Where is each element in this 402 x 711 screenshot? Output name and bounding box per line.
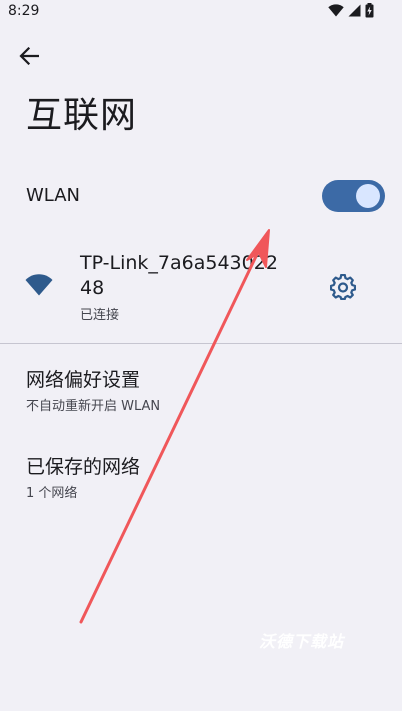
back-button[interactable]	[14, 41, 44, 71]
cell-signal-icon	[348, 4, 361, 17]
network-preferences-item[interactable]: 网络偏好设置 不自动重新开启 WLAN	[0, 365, 402, 427]
pref-title: 已保存的网络	[26, 456, 141, 478]
network-name: TP-Link_7a6a54302248	[80, 252, 278, 299]
status-icons	[328, 3, 374, 18]
connected-network-item[interactable]: TP-Link_7a6a54302248 已连接	[0, 244, 402, 328]
pref-subtitle: 1 个网络	[26, 486, 78, 501]
saved-networks-item[interactable]: 已保存的网络 1 个网络	[0, 452, 402, 514]
network-status: 已连接	[80, 308, 120, 323]
toggle-knob	[356, 184, 380, 208]
wifi-signal-icon	[328, 4, 344, 17]
watermark: 沃德下载站	[259, 632, 345, 651]
gear-icon[interactable]	[330, 274, 356, 300]
pref-subtitle: 不自动重新开启 WLAN	[26, 399, 161, 414]
wlan-row[interactable]: WLAN	[0, 170, 402, 222]
wifi-icon	[25, 274, 53, 296]
arrow-back-icon	[19, 47, 39, 65]
page-title: 互联网	[26, 95, 138, 136]
status-bar: 8:29	[0, 0, 402, 24]
wlan-toggle[interactable]	[322, 180, 385, 212]
battery-charging-icon	[365, 3, 374, 18]
section-divider	[0, 343, 402, 344]
pref-title: 网络偏好设置	[26, 369, 141, 391]
status-time: 8:29	[8, 3, 40, 19]
wlan-label: WLAN	[26, 185, 81, 206]
